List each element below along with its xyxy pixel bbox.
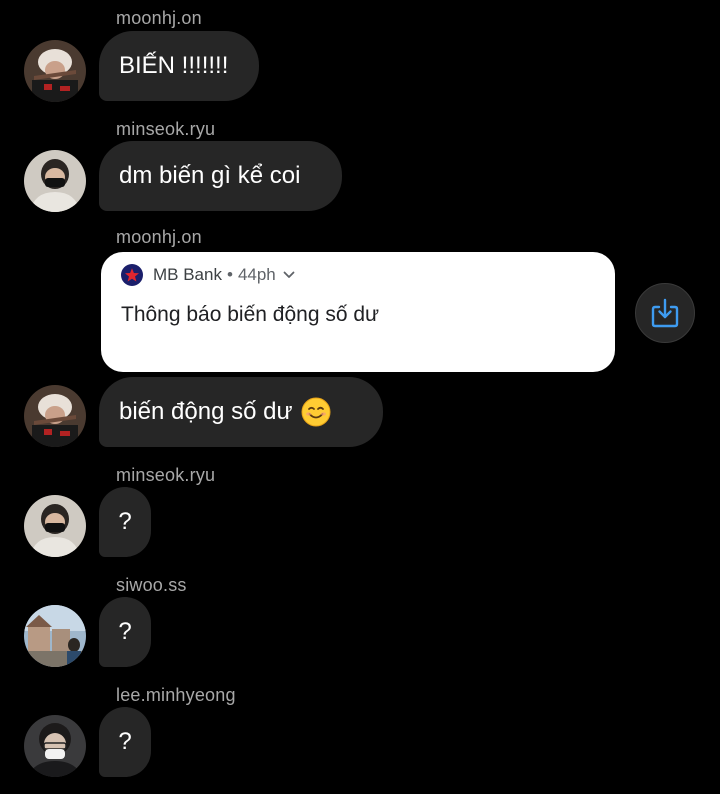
avatar[interactable] <box>24 40 86 102</box>
notification-time: 44ph <box>237 265 276 284</box>
message-text: dm biến gì kể coi <box>119 162 301 189</box>
share-download-icon <box>651 298 679 328</box>
smiling-face-emoji <box>301 397 331 427</box>
message-text: biến động số dư <box>119 398 293 425</box>
avatar[interactable] <box>24 385 86 447</box>
shared-notification-image[interactable]: MB Bank • 44ph Thông báo biến động số dư <box>101 252 615 372</box>
notification-app-name: MB Bank <box>153 265 222 284</box>
message-text: ? <box>118 508 132 535</box>
sender-username[interactable]: lee.minhyeong <box>116 685 236 706</box>
message-bubble[interactable]: dm biến gì kể coi <box>99 141 342 211</box>
sender-username[interactable]: siwoo.ss <box>116 575 187 596</box>
message-text: BIẾN !!!!!!! <box>119 52 229 79</box>
message-bubble[interactable]: ? <box>99 487 151 557</box>
avatar[interactable] <box>24 495 86 557</box>
share-button[interactable] <box>635 283 695 343</box>
message-bubble[interactable]: ? <box>99 707 151 777</box>
avatar[interactable] <box>24 715 86 777</box>
sender-username[interactable]: minseok.ryu <box>116 119 215 140</box>
mb-bank-logo-icon <box>121 264 143 286</box>
sender-username[interactable]: moonhj.on <box>116 8 202 29</box>
message-bubble[interactable]: ? <box>99 597 151 667</box>
notification-header: MB Bank • 44ph <box>121 263 295 287</box>
message-bubble[interactable]: biến động số dư <box>99 377 383 447</box>
message-text: ? <box>118 728 132 755</box>
chevron-down-icon <box>283 271 295 278</box>
message-bubble[interactable]: BIẾN !!!!!!! <box>99 31 259 101</box>
notification-title: Thông báo biến động số dư <box>121 303 380 326</box>
avatar[interactable] <box>24 150 86 212</box>
sender-username[interactable]: minseok.ryu <box>116 465 215 486</box>
avatar[interactable] <box>24 605 86 667</box>
message-text: ? <box>118 618 132 645</box>
notification-separator: • <box>226 265 233 284</box>
sender-username[interactable]: moonhj.on <box>116 227 202 248</box>
